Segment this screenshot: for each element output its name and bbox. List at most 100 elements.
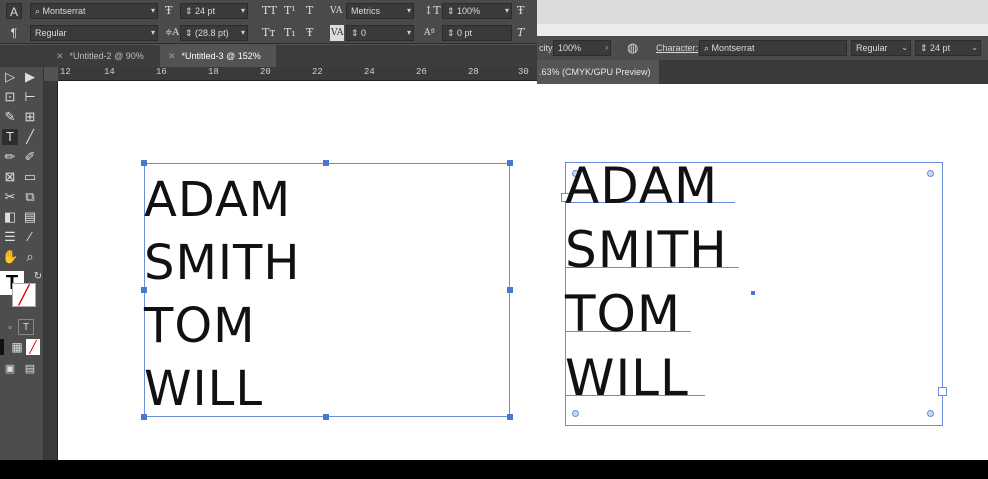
baseline-shift-value: 0 pt <box>457 28 473 38</box>
rectangle-frame-tool-icon[interactable]: ⊠ <box>2 169 18 185</box>
gradient-tool-icon[interactable]: ◧ <box>2 209 18 225</box>
paintbrush-tool-icon[interactable]: ✏ <box>2 149 18 165</box>
leading-field[interactable]: ⇕ (28.8 pt) ▾ <box>180 25 248 41</box>
zoom-tool-icon[interactable]: ⌕ <box>22 249 38 265</box>
line-tool-icon[interactable]: ╱ <box>22 129 38 145</box>
corner-widget[interactable] <box>572 410 579 417</box>
apply-gradient-icon[interactable]: ▦ <box>10 339 24 355</box>
text-line: SMITH <box>565 221 728 279</box>
control-row-2: ¶ Regular ▾ ≑A ⇕ (28.8 pt) ▾ Tᴛ T₁ Ŧ VA … <box>0 22 537 44</box>
formatting-container-icon[interactable]: ▫ <box>2 319 18 335</box>
resize-handle[interactable] <box>507 287 513 293</box>
magic-wand-tool-icon[interactable]: ⊡ <box>2 89 18 105</box>
free-transform-tool-icon[interactable]: ⧉ <box>22 189 38 205</box>
chevron-down-icon[interactable]: ⌄ <box>901 41 908 55</box>
resize-handle[interactable] <box>323 160 329 166</box>
pencil-tool-icon[interactable]: ✐ <box>22 149 38 165</box>
font-style-field[interactable]: Regular ⌄ <box>851 40 911 56</box>
leading-value: (28.8 pt) <box>195 28 229 38</box>
corner-widget[interactable] <box>927 410 934 417</box>
baseline-shift-icon: Aª <box>424 28 435 38</box>
left-illustrator-window: A ⌕ Montserrat ▾ Ŧ ⇕ 24 pt ▾ TT T¹ T VA … <box>0 0 537 460</box>
font-family-field[interactable]: ⌕ Montserrat ▾ <box>30 3 158 19</box>
all-caps-icon[interactable]: TT <box>262 3 277 19</box>
resize-handle[interactable] <box>141 160 147 166</box>
resize-handle[interactable] <box>507 414 513 420</box>
font-size-value: 24 pt <box>930 43 951 53</box>
chevron-down-icon[interactable]: ▾ <box>151 26 155 40</box>
title-strip <box>537 0 988 24</box>
opacity-field[interactable]: 100% › <box>553 40 611 56</box>
subscript-icon[interactable]: T₁ <box>284 25 296 41</box>
font-family-field[interactable]: ⌕ Montserrat <box>699 40 847 56</box>
superscript-icon[interactable]: T¹ <box>284 3 296 19</box>
view-options-icon[interactable]: ▤ <box>22 361 38 377</box>
stepper-icon[interactable]: ⇕ <box>185 6 195 16</box>
stepper-icon[interactable]: ⇕ <box>447 6 457 16</box>
vertical-scale-icon: ↕T <box>424 4 441 17</box>
gradient-feather-tool-icon[interactable]: ▤ <box>22 209 38 225</box>
chevron-down-icon[interactable]: ▾ <box>505 4 509 18</box>
recolor-icon[interactable]: ◍ <box>627 41 638 55</box>
font-style-field[interactable]: Regular ▾ <box>30 25 158 41</box>
baseline-shift-field[interactable]: ⇕ 0 pt <box>442 25 512 41</box>
stepper-icon[interactable]: ⇕ <box>920 43 930 53</box>
frame-text[interactable]: ADAM SMITH TOM WILL <box>565 154 728 410</box>
curvature-tool-icon[interactable]: ⊞ <box>22 109 38 125</box>
chevron-down-icon[interactable]: ▾ <box>407 4 411 18</box>
paragraph-icon[interactable]: ¶ <box>6 25 22 41</box>
rectangle-tool-icon[interactable]: ▭ <box>22 169 38 185</box>
frame-text[interactable]: ADAM SMITH TOM WILL <box>144 169 300 421</box>
type-tool-icon[interactable]: A <box>6 3 22 19</box>
ruler-tick: 18 <box>208 67 219 77</box>
strikethrough-icon[interactable]: Ŧ <box>306 25 313 41</box>
tab-active-document[interactable]: .63% (CMYK/GPU Preview) <box>537 60 659 84</box>
tracking-field[interactable]: ⇕ 0 ▾ <box>346 25 414 41</box>
right-canvas[interactable]: ADAM SMITH TOM WILL <box>537 84 988 460</box>
underline-icon[interactable]: T <box>306 3 313 19</box>
close-icon[interactable]: ✕ <box>168 51 176 61</box>
font-size-field[interactable]: ⇕ 24 pt ⌄ <box>915 40 981 56</box>
apply-color-icon[interactable] <box>0 339 4 355</box>
type-tool-icon[interactable]: T <box>2 129 18 145</box>
font-size-value: 24 pt <box>195 6 216 16</box>
kerning-field[interactable]: Metrics ▾ <box>346 3 414 19</box>
chevron-down-icon[interactable]: ▾ <box>241 4 245 18</box>
tab-untitled-2[interactable]: ✕ *Untitled-2 @ 90% <box>48 45 160 67</box>
left-canvas[interactable]: ADAM SMITH TOM WILL <box>58 81 537 460</box>
screen-mode-icon[interactable]: ▣ <box>2 361 18 377</box>
resize-handle[interactable] <box>323 414 329 420</box>
character-control-bar: A ⌕ Montserrat ▾ Ŧ ⇕ 24 pt ▾ TT T¹ T VA … <box>0 0 537 44</box>
ruler-tick: 20 <box>260 67 271 77</box>
font-size-field[interactable]: ⇕ 24 pt ▾ <box>180 3 248 19</box>
chevron-down-icon[interactable]: ▾ <box>151 4 155 18</box>
vertical-scale-field[interactable]: ⇕ 100% ▾ <box>442 3 512 19</box>
stroke-swatch-icon[interactable]: ╱ <box>12 283 36 307</box>
hand-tool-icon[interactable]: ✋ <box>2 249 18 265</box>
stepper-icon[interactable]: ⇕ <box>185 28 195 38</box>
corner-widget[interactable] <box>927 170 934 177</box>
small-caps-icon[interactable]: Tᴛ <box>262 25 275 41</box>
out-port[interactable] <box>938 387 947 396</box>
stepper-icon[interactable]: ⇕ <box>351 28 361 38</box>
selection-tool-icon[interactable]: ▷ <box>2 69 18 85</box>
lasso-tool-icon[interactable]: ⊢ <box>22 89 38 105</box>
formatting-text-icon[interactable]: T <box>18 319 34 335</box>
pen-tool-icon[interactable]: ✎ <box>2 109 18 125</box>
tab-untitled-3[interactable]: ✕ *Untitled-3 @ 152% <box>160 45 276 67</box>
chevron-down-icon[interactable]: ⌄ <box>971 41 978 55</box>
apply-none-icon[interactable]: ╱ <box>26 339 40 355</box>
character-label[interactable]: Character: <box>656 41 698 55</box>
stepper-icon[interactable]: ⇕ <box>447 28 457 38</box>
vertical-ruler <box>44 81 58 460</box>
chevron-right-icon[interactable]: › <box>605 41 608 55</box>
eyedropper-tool-icon[interactable]: ⁄ <box>22 229 38 245</box>
resize-handle[interactable] <box>507 160 513 166</box>
direct-selection-tool-icon[interactable]: ▶ <box>22 69 38 85</box>
close-icon[interactable]: ✕ <box>56 51 64 61</box>
note-tool-icon[interactable]: ☰ <box>2 229 18 245</box>
text-line: WILL <box>144 361 264 417</box>
scissors-tool-icon[interactable]: ✂ <box>2 189 18 205</box>
chevron-down-icon[interactable]: ▾ <box>241 26 245 40</box>
chevron-down-icon[interactable]: ▾ <box>407 26 411 40</box>
